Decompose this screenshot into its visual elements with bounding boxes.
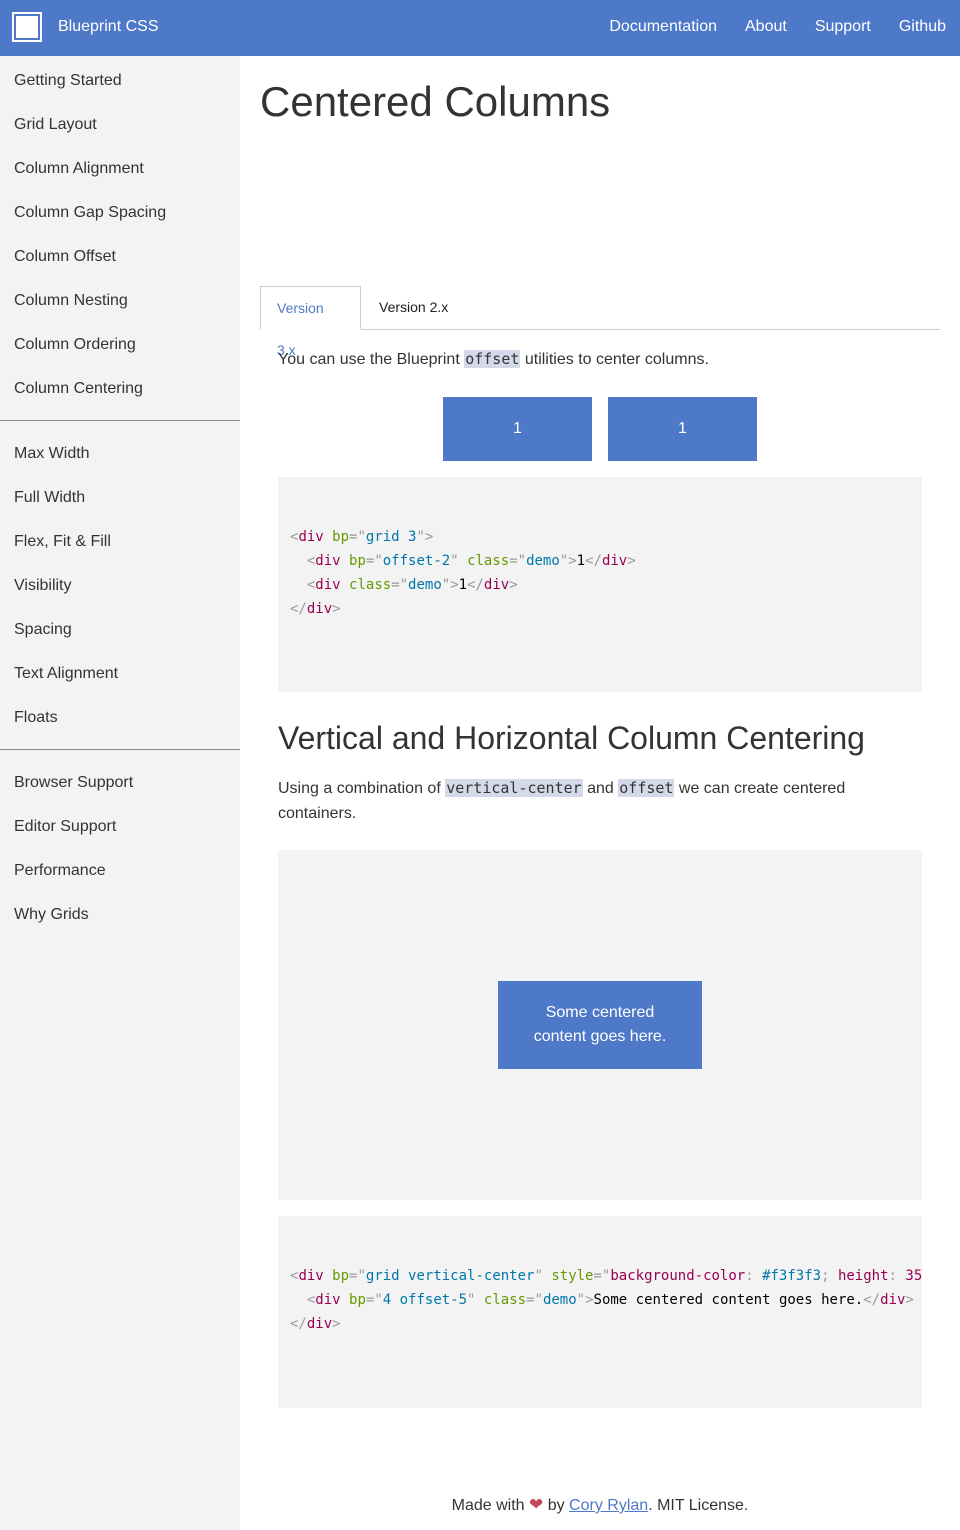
sidebar-item-column-ordering[interactable]: Column Ordering bbox=[0, 323, 240, 367]
sidebar-item-getting-started[interactable]: Getting Started bbox=[0, 59, 240, 103]
footer-text: Made with bbox=[451, 1497, 529, 1514]
section-text-part: and bbox=[582, 780, 619, 797]
inline-code-offset: offset bbox=[464, 350, 521, 368]
sidebar-divider bbox=[0, 420, 240, 421]
sidebar-item-flex-fit-fill[interactable]: Flex, Fit & Fill bbox=[0, 520, 240, 564]
sidebar-item-floats[interactable]: Floats bbox=[0, 696, 240, 740]
code-block-offset: <div bp="grid 3"> <div bp="offset-2" cla… bbox=[278, 477, 922, 692]
sidebar-item-performance[interactable]: Performance bbox=[0, 849, 240, 893]
demo-column: 1 bbox=[443, 397, 592, 461]
logo-icon[interactable] bbox=[12, 12, 42, 42]
section-text: Using a combination of vertical-center a… bbox=[278, 776, 898, 826]
nav-documentation[interactable]: Documentation bbox=[609, 18, 717, 36]
sidebar-item-column-alignment[interactable]: Column Alignment bbox=[0, 147, 240, 191]
intro-text-before: You can use the Blueprint bbox=[278, 351, 465, 368]
sidebar-divider bbox=[0, 749, 240, 750]
sidebar-group-utilities: Max Width Full Width Flex, Fit & Fill Vi… bbox=[0, 429, 240, 740]
sidebar-group-about: Browser Support Editor Support Performan… bbox=[0, 758, 240, 937]
heart-icon: ❤ bbox=[529, 1495, 544, 1514]
sidebar-item-editor-support[interactable]: Editor Support bbox=[0, 805, 240, 849]
sidebar-item-column-nesting[interactable]: Column Nesting bbox=[0, 279, 240, 323]
sidebar-item-full-width[interactable]: Full Width bbox=[0, 476, 240, 520]
version-tabs: Version 3.x Version 2.x bbox=[260, 286, 940, 358]
sidebar-item-column-gap-spacing[interactable]: Column Gap Spacing bbox=[0, 191, 240, 235]
tab-version-2[interactable]: Version 2.x bbox=[363, 286, 464, 330]
section-title-vertical-centering: Vertical and Horizontal Column Centering bbox=[278, 720, 865, 756]
code-line: <div bp="4 offset-5" class="demo">Some c… bbox=[306, 1292, 914, 1308]
code-line: <div bp="grid vertical-center" style="ba… bbox=[290, 1268, 922, 1284]
nav-github[interactable]: Github bbox=[899, 18, 946, 36]
code-line: </div> bbox=[290, 601, 341, 617]
code-line: <div bp="grid 3"> bbox=[290, 529, 434, 545]
section-text-part: Using a combination of bbox=[278, 780, 446, 797]
sidebar-item-column-centering[interactable]: Column Centering bbox=[0, 367, 240, 411]
intro-text: You can use the Blueprint offset utiliti… bbox=[278, 347, 898, 372]
page-title: Centered Columns bbox=[260, 78, 611, 125]
main-content: Centered Columns Version 3.x Version 2.x… bbox=[240, 56, 960, 1530]
footer-text: by bbox=[543, 1497, 570, 1514]
sidebar-item-column-offset[interactable]: Column Offset bbox=[0, 235, 240, 279]
sidebar-item-max-width[interactable]: Max Width bbox=[0, 432, 240, 476]
footer-text: . MIT License. bbox=[648, 1497, 749, 1514]
nav-support[interactable]: Support bbox=[815, 18, 871, 36]
code-line: </div> bbox=[290, 1316, 341, 1332]
centered-demo-box: Some centered content goes here. bbox=[498, 981, 702, 1069]
inline-code-vertical-center: vertical-center bbox=[445, 779, 583, 797]
code-line: <div bp="offset-2" class="demo">1</div> bbox=[306, 553, 636, 569]
sidebar-group-grid: Getting Started Grid Layout Column Align… bbox=[0, 56, 240, 411]
centered-demo-container: Some centered content goes here. bbox=[278, 850, 922, 1200]
author-link[interactable]: Cory Rylan bbox=[569, 1497, 648, 1514]
nav-about[interactable]: About bbox=[745, 18, 787, 36]
brand-name[interactable]: Blueprint CSS bbox=[58, 18, 159, 36]
code-line: <div class="demo">1</div> bbox=[306, 577, 518, 593]
top-navbar: Blueprint CSS Documentation About Suppor… bbox=[0, 0, 960, 56]
intro-text-after: utilities to center columns. bbox=[520, 351, 709, 368]
sidebar-item-text-alignment[interactable]: Text Alignment bbox=[0, 652, 240, 696]
sidebar: Getting Started Grid Layout Column Align… bbox=[0, 56, 240, 1530]
sidebar-item-browser-support[interactable]: Browser Support bbox=[0, 761, 240, 805]
inline-code-offset: offset bbox=[618, 779, 675, 797]
top-nav: Documentation About Support Github bbox=[581, 18, 946, 36]
tab-version-3[interactable]: Version 3.x bbox=[260, 286, 361, 358]
sidebar-item-visibility[interactable]: Visibility bbox=[0, 564, 240, 608]
sidebar-item-grid-layout[interactable]: Grid Layout bbox=[0, 103, 240, 147]
code-block-vertical-center: <div bp="grid vertical-center" style="ba… bbox=[278, 1216, 922, 1408]
sidebar-item-why-grids[interactable]: Why Grids bbox=[0, 893, 240, 937]
footer: Made with ❤ by Cory Rylan. MIT License. bbox=[240, 1495, 960, 1515]
sidebar-item-spacing[interactable]: Spacing bbox=[0, 608, 240, 652]
demo-column: 1 bbox=[608, 397, 757, 461]
